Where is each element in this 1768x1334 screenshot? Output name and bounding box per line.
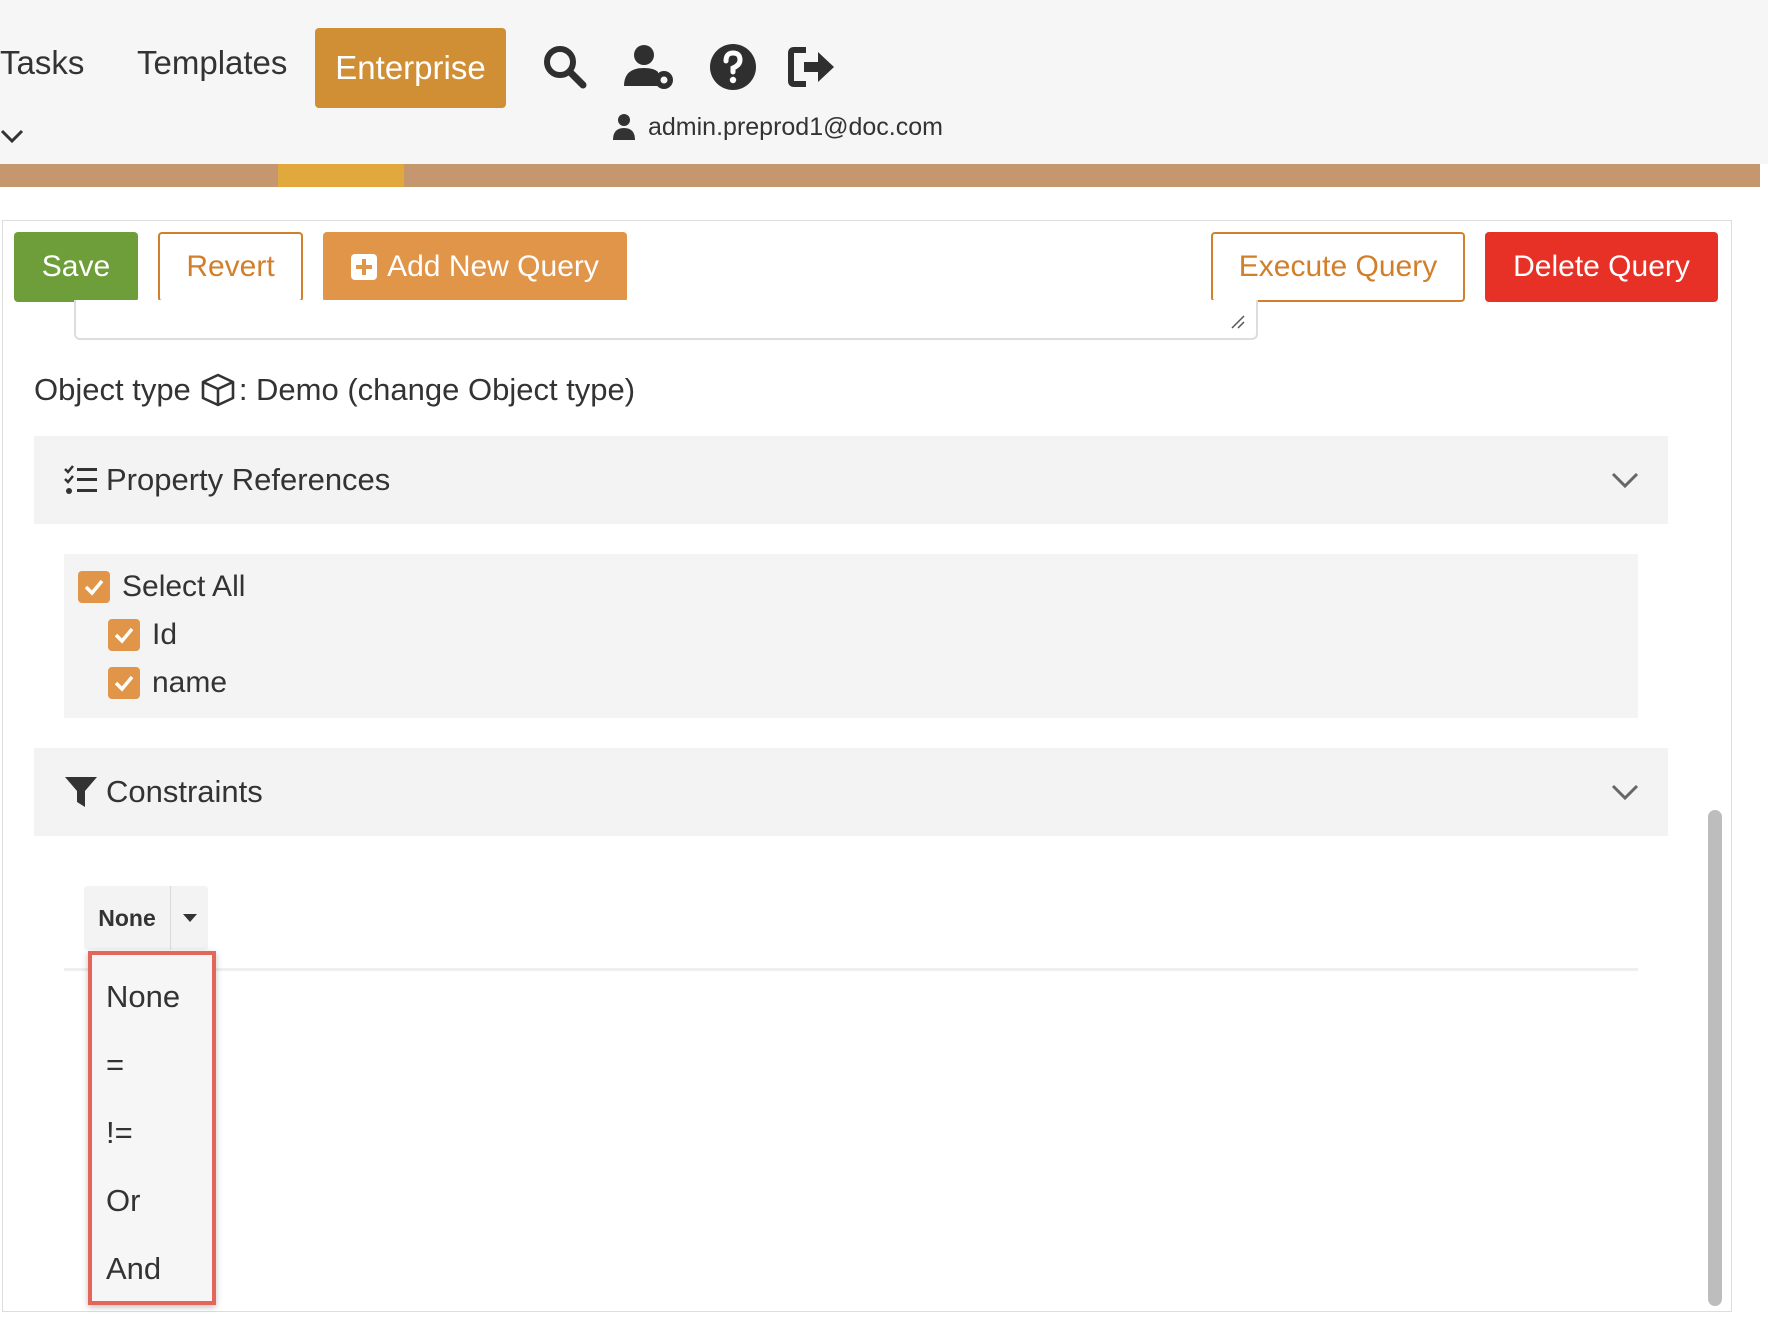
id-checkbox[interactable] — [108, 619, 140, 651]
split-divider — [170, 886, 171, 950]
chevron-down-icon[interactable] — [1610, 778, 1640, 806]
menu-item-none[interactable]: None — [106, 979, 180, 1015]
logout-icon[interactable] — [786, 40, 840, 94]
checkmark-icon — [84, 579, 104, 596]
current-user: admin.preprod1@doc.com — [612, 110, 943, 144]
checkmark-icon — [114, 675, 134, 692]
select-all-checkbox[interactable] — [78, 571, 110, 603]
name-checkbox[interactable] — [108, 667, 140, 699]
revert-button[interactable]: Revert — [158, 232, 303, 302]
plus-square-icon — [351, 254, 378, 280]
property-item-id[interactable]: Id — [108, 618, 177, 652]
accent-bar — [0, 164, 1760, 187]
execute-query-button[interactable]: Execute Query — [1211, 232, 1465, 302]
user-settings-icon[interactable] — [622, 40, 676, 94]
constraint-operator-select[interactable]: None — [84, 886, 208, 950]
constraints-header[interactable]: Constraints — [34, 748, 1668, 836]
cube-icon — [201, 373, 235, 407]
select-all-label: Select All — [122, 570, 246, 603]
nav-templates[interactable]: Templates — [137, 44, 287, 82]
top-navigation-bar: Tasks Templates Enterprise admin.preprod… — [0, 0, 1768, 164]
menu-item-not-equals[interactable]: != — [106, 1115, 133, 1151]
help-icon[interactable] — [706, 40, 760, 94]
add-new-query-button[interactable]: Add New Query — [323, 232, 627, 302]
property-item-name[interactable]: name — [108, 666, 227, 700]
query-description-textarea[interactable] — [74, 300, 1258, 340]
resize-handle-icon[interactable] — [1230, 314, 1246, 330]
menu-item-equals[interactable]: = — [106, 1047, 124, 1083]
nav-enterprise[interactable]: Enterprise — [315, 28, 506, 108]
user-icon — [613, 114, 635, 140]
object-type-value[interactable]: : Demo (change Object type) — [239, 372, 635, 408]
chevron-down-icon[interactable] — [1610, 466, 1640, 494]
checklist-icon — [64, 465, 97, 494]
constraint-operator-menu: None = != Or And — [88, 951, 216, 1305]
property-label: Id — [152, 618, 178, 651]
menu-item-or[interactable]: Or — [106, 1183, 140, 1219]
add-new-query-label: Add New Query — [387, 250, 599, 283]
property-label: name — [152, 666, 228, 699]
menu-item-and[interactable]: And — [106, 1251, 161, 1287]
object-type-label: Object type — [34, 372, 191, 407]
active-tab-indicator — [278, 164, 404, 187]
checkmark-icon — [114, 627, 134, 644]
delete-query-button[interactable]: Delete Query — [1485, 232, 1718, 302]
filter-icon — [65, 777, 97, 807]
property-references-list: Select All Id name — [64, 554, 1638, 718]
divider — [64, 968, 1638, 971]
user-email: admin.preprod1@doc.com — [648, 112, 943, 141]
constraint-operator-value[interactable]: None — [84, 886, 170, 950]
select-all-row[interactable]: Select All — [78, 570, 245, 604]
caret-down-icon[interactable] — [182, 912, 198, 924]
chevron-down-icon[interactable] — [0, 126, 24, 146]
constraints-title: Constraints — [106, 774, 263, 809]
property-references-header[interactable]: Property References — [34, 436, 1668, 524]
scrollbar-thumb[interactable] — [1708, 810, 1722, 1306]
property-references-title: Property References — [106, 462, 391, 497]
search-icon[interactable] — [538, 40, 592, 94]
save-button[interactable]: Save — [14, 232, 138, 302]
object-type-line: Object type : Demo (change Object type) — [34, 372, 635, 408]
nav-tasks[interactable]: Tasks — [0, 44, 84, 82]
